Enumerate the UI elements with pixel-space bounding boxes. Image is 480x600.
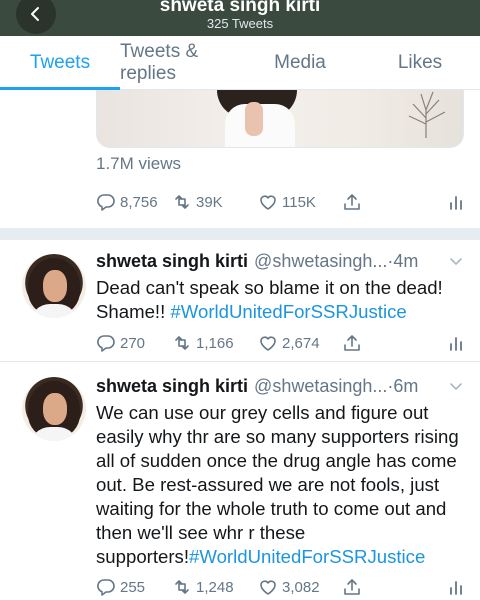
reply-icon (97, 335, 115, 352)
retweet-icon (175, 195, 189, 209)
share-icon (344, 335, 360, 351)
retweet-icon (175, 580, 189, 594)
like-button[interactable]: 2,674 (258, 333, 342, 353)
avatar-face (43, 393, 67, 425)
profile-name-title: shweta singh kirti (159, 0, 321, 16)
tweet-item[interactable]: shweta singh kirti @shwetasingh... ·4m D… (0, 240, 480, 362)
reply-count: 8,756 (120, 193, 158, 211)
tweet-header: shweta singh kirti @shwetasingh... ·6m (96, 374, 472, 398)
tab-tweets[interactable]: Tweets (0, 36, 120, 90)
reply-button[interactable]: 270 (96, 333, 172, 353)
like-icon (260, 336, 276, 351)
avatar-face (43, 270, 67, 302)
like-count: 2,674 (282, 334, 320, 352)
thumbnail-plant (408, 91, 446, 138)
retweet-button[interactable]: 1,248 (172, 577, 258, 597)
tweet-count: 325 Tweets (206, 16, 274, 31)
reply-icon (97, 194, 115, 211)
hashtag-link[interactable]: #WorldUnitedForSSRJustice (170, 301, 406, 322)
video-thumbnail[interactable] (96, 90, 464, 148)
retweet-count: 1,166 (196, 334, 234, 352)
like-count: 115K (282, 193, 316, 211)
profile-tabs: Tweets Tweets & replies Media Likes (0, 36, 480, 90)
like-icon (260, 580, 276, 595)
reply-count: 270 (120, 334, 146, 352)
share-button[interactable] (342, 577, 422, 597)
analytics-icon (450, 581, 462, 595)
reply-icon (97, 579, 115, 596)
reply-button[interactable]: 255 (96, 577, 172, 597)
tweet-actions: 255 1,248 3,082 (96, 575, 466, 599)
avatar[interactable] (22, 377, 86, 441)
share-button[interactable] (342, 192, 422, 212)
retweet-button[interactable]: 39K (172, 192, 258, 212)
tweet-actions: 8,756 39K 115K (96, 190, 466, 214)
retweet-count: 1,248 (196, 578, 234, 596)
analytics-button[interactable] (446, 192, 466, 212)
like-count: 3,082 (282, 578, 320, 596)
tweet-text: We can use our grey cells and figure out… (96, 401, 470, 569)
analytics-icon (450, 196, 462, 210)
avatar[interactable] (22, 254, 86, 318)
thumbnail-person-hands (245, 102, 263, 136)
like-button[interactable]: 115K (258, 192, 342, 212)
analytics-button[interactable] (446, 577, 466, 597)
share-icon (344, 579, 360, 595)
like-button[interactable]: 3,082 (258, 577, 342, 597)
author-name[interactable]: shweta singh kirti (96, 376, 248, 397)
author-name[interactable]: shweta singh kirti (96, 251, 248, 272)
tweet-body: We can use our grey cells and figure out… (96, 402, 459, 567)
profile-header: shweta singh kirti 325 Tweets (0, 0, 480, 36)
reply-count: 255 (120, 578, 146, 596)
tweet-header: shweta singh kirti @shwetasingh... ·4m (96, 249, 472, 273)
tweet-timestamp[interactable]: ·4m (387, 251, 418, 272)
view-count: 1.7M views (96, 154, 182, 173)
section-divider (0, 228, 480, 240)
tweet-timestamp[interactable]: ·6m (387, 376, 418, 397)
author-handle[interactable]: @shwetasingh... (254, 376, 387, 397)
like-icon (260, 195, 276, 210)
tab-likes[interactable]: Likes (360, 36, 480, 89)
tweet-item[interactable]: shweta singh kirti @shwetasingh... ·6m W… (0, 363, 480, 600)
retweet-icon (175, 336, 189, 350)
tab-media[interactable]: Media (240, 36, 360, 89)
share-icon (344, 194, 360, 210)
retweet-button[interactable]: 1,166 (172, 333, 258, 353)
retweet-count: 39K (196, 193, 223, 211)
chevron-down-icon[interactable] (448, 378, 464, 394)
tab-tweets-and-replies[interactable]: Tweets & replies (120, 36, 240, 89)
author-handle[interactable]: @shwetasingh... (254, 251, 387, 272)
analytics-button[interactable] (446, 333, 466, 353)
analytics-icon (450, 337, 462, 351)
reply-button[interactable]: 8,756 (96, 192, 172, 212)
tweet-text: Dead can't speak so blame it on the dead… (96, 276, 470, 324)
share-button[interactable] (342, 333, 422, 353)
tweet-actions: 270 1,166 2,674 (96, 331, 466, 355)
chevron-down-icon[interactable] (448, 253, 464, 269)
hashtag-link[interactable]: #WorldUnitedForSSRJustice (189, 546, 425, 567)
